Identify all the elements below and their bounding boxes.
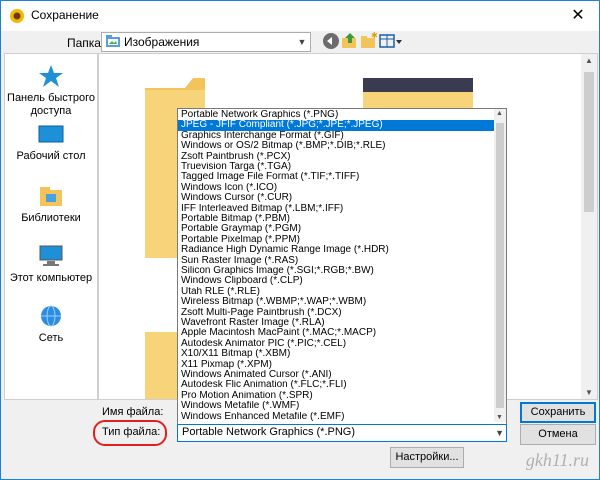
dropdown-option[interactable]: Wavefront Raster Image (*.RLA) xyxy=(178,318,497,328)
chevron-down-icon: ▼ xyxy=(297,37,307,47)
cancel-button[interactable]: Отмена xyxy=(520,424,596,445)
dropdown-option[interactable]: X10/X11 Bitmap (*.XBM) xyxy=(178,349,497,359)
dropdown-option[interactable]: Autodesk Animator PIC (*.PIC;*.CEL) xyxy=(178,339,497,349)
star-icon xyxy=(39,65,63,87)
filename-label: Имя файла: xyxy=(102,406,164,418)
filetype-select[interactable]: Portable Network Graphics (*.PNG) ▼ xyxy=(177,424,507,442)
watermark-text: gkh11.ru xyxy=(525,450,589,470)
network-icon xyxy=(41,305,61,327)
dropdown-option[interactable]: Windows Icon (*.ICO) xyxy=(178,183,497,193)
file-type-dropdown-list[interactable]: Portable Network Graphics (*.PNG) JPEG - … xyxy=(177,108,507,425)
desktop-icon xyxy=(38,125,64,143)
dropdown-option[interactable]: Graphics Interchange Format (*.GIF) xyxy=(178,131,497,141)
dropdown-option[interactable]: Windows Metafile (*.WMF) xyxy=(178,401,497,411)
title-bar: Сохранение ✕ xyxy=(1,1,599,31)
sidebar-item-this-pc[interactable]: Этот компьютер xyxy=(5,244,97,285)
back-icon[interactable] xyxy=(322,32,340,50)
dropdown-option[interactable]: Autodesk Flic Animation (*.FLC;*.FLI) xyxy=(178,380,497,390)
sidebar-item-network[interactable]: Сеть xyxy=(5,304,97,345)
pictures-folder-icon xyxy=(106,35,120,47)
dropdown-option[interactable]: Zsoft Multi-Page Paintbrush (*.DCX) xyxy=(178,308,497,318)
scroll-thumb[interactable] xyxy=(496,123,504,408)
vertical-scrollbar[interactable]: ▲ ▼ xyxy=(581,54,597,399)
libraries-icon xyxy=(40,187,62,206)
dropdown-option[interactable]: Tagged Image File Format (*.TIF;*.TIFF) xyxy=(178,172,497,182)
svg-text:✱: ✱ xyxy=(371,32,378,40)
dropdown-option[interactable]: Portable Graymap (*.PGM) xyxy=(178,224,497,234)
folder-value: Изображения xyxy=(124,35,200,49)
up-folder-icon[interactable] xyxy=(341,32,359,50)
new-folder-icon[interactable]: ✱ xyxy=(360,32,378,50)
sidebar-item-label: Сеть xyxy=(38,332,64,344)
dropdown-option[interactable]: Portable Pixelmap (*.PPM) xyxy=(178,235,497,245)
save-button[interactable]: Сохранить xyxy=(520,402,596,423)
view-menu-icon[interactable] xyxy=(379,32,403,50)
scroll-down-icon[interactable]: ▼ xyxy=(585,388,593,397)
dropdown-option[interactable]: Pro Motion Animation (*.SPR) xyxy=(178,391,497,401)
highlight-circle xyxy=(93,420,167,446)
dropdown-option[interactable]: Truevision Targa (*.TGA) xyxy=(178,162,497,172)
dropdown-option[interactable]: Apple Macintosh MacPaint (*.MAC;*.MACP) xyxy=(178,328,497,338)
save-dialog: Сохранение ✕ Папка: Изображения ▼ ✱ Пане… xyxy=(0,0,600,480)
settings-button[interactable]: Настройки... xyxy=(390,447,464,468)
sidebar-item-label: Библиотеки xyxy=(21,212,81,224)
scroll-up-icon[interactable]: ▲ xyxy=(496,110,503,117)
scroll-thumb[interactable] xyxy=(584,72,594,212)
sidebar-item-label: Панель быстрого доступа xyxy=(7,92,95,117)
scroll-up-icon[interactable]: ▲ xyxy=(585,56,593,65)
dropdown-option[interactable]: Silicon Graphics Image (*.SGI;*.RGB;*.BW… xyxy=(178,266,497,276)
dropdown-option[interactable]: Wireless Bitmap (*.WBMP;*.WAP;*.WBM) xyxy=(178,297,497,307)
dropdown-option[interactable]: Windows Enhanced Metafile (*.EMF) xyxy=(178,412,497,422)
dropdown-option[interactable]: Sun Raster Image (*.RAS) xyxy=(178,256,497,266)
chevron-down-icon: ▼ xyxy=(495,428,504,438)
places-sidebar: Панель быстрого доступа Рабочий стол Биб… xyxy=(4,53,98,400)
dropdown-option[interactable]: Windows Cursor (*.CUR) xyxy=(178,193,497,203)
sidebar-item-label: Этот компьютер xyxy=(9,272,93,284)
folder-select[interactable]: Изображения ▼ xyxy=(101,32,311,52)
dropdown-option[interactable]: Utah RLE (*.RLE) xyxy=(178,287,497,297)
sidebar-item-desktop[interactable]: Рабочий стол xyxy=(5,124,97,163)
sidebar-item-libraries[interactable]: Библиотеки xyxy=(5,184,97,225)
filetype-value: Portable Network Graphics (*.PNG) xyxy=(182,426,355,438)
sidebar-item-quick-access[interactable]: Панель быстрого доступа xyxy=(5,64,97,118)
close-button[interactable]: ✕ xyxy=(561,1,595,31)
dropdown-option[interactable]: X11 Pixmap (*.XPM) xyxy=(178,360,497,370)
dropdown-option[interactable]: Portable Bitmap (*.PBM) xyxy=(178,214,497,224)
dropdown-option[interactable]: Zsoft Paintbrush (*.PCX) xyxy=(178,152,497,162)
dropdown-option[interactable]: IFF Interleaved Bitmap (*.LBM;*.IFF) xyxy=(178,204,497,214)
folder-label: Папка: xyxy=(67,36,105,50)
dropdown-option[interactable]: Portable Network Graphics (*.PNG) xyxy=(178,110,497,120)
dropdown-option[interactable]: Windows Clipboard (*.CLP) xyxy=(178,276,497,286)
computer-icon xyxy=(39,245,63,266)
scroll-down-icon[interactable]: ▼ xyxy=(496,414,503,421)
dropdown-scrollbar[interactable]: ▲ ▼ xyxy=(494,109,506,422)
dropdown-option[interactable]: Radiance High Dynamic Range Image (*.HDR… xyxy=(178,245,497,255)
dropdown-option[interactable]: Windows Animated Cursor (*.ANI) xyxy=(178,370,497,380)
window-title: Сохранение xyxy=(31,8,99,22)
app-sunflower-icon xyxy=(10,9,24,23)
dropdown-option[interactable]: JPEG - JFIF Compliant (*.JPG;*.JPE;*.JPE… xyxy=(178,120,497,131)
dropdown-option[interactable]: Windows or OS/2 Bitmap (*.BMP;*.DIB;*.RL… xyxy=(178,141,497,151)
sidebar-item-label: Рабочий стол xyxy=(16,150,86,162)
